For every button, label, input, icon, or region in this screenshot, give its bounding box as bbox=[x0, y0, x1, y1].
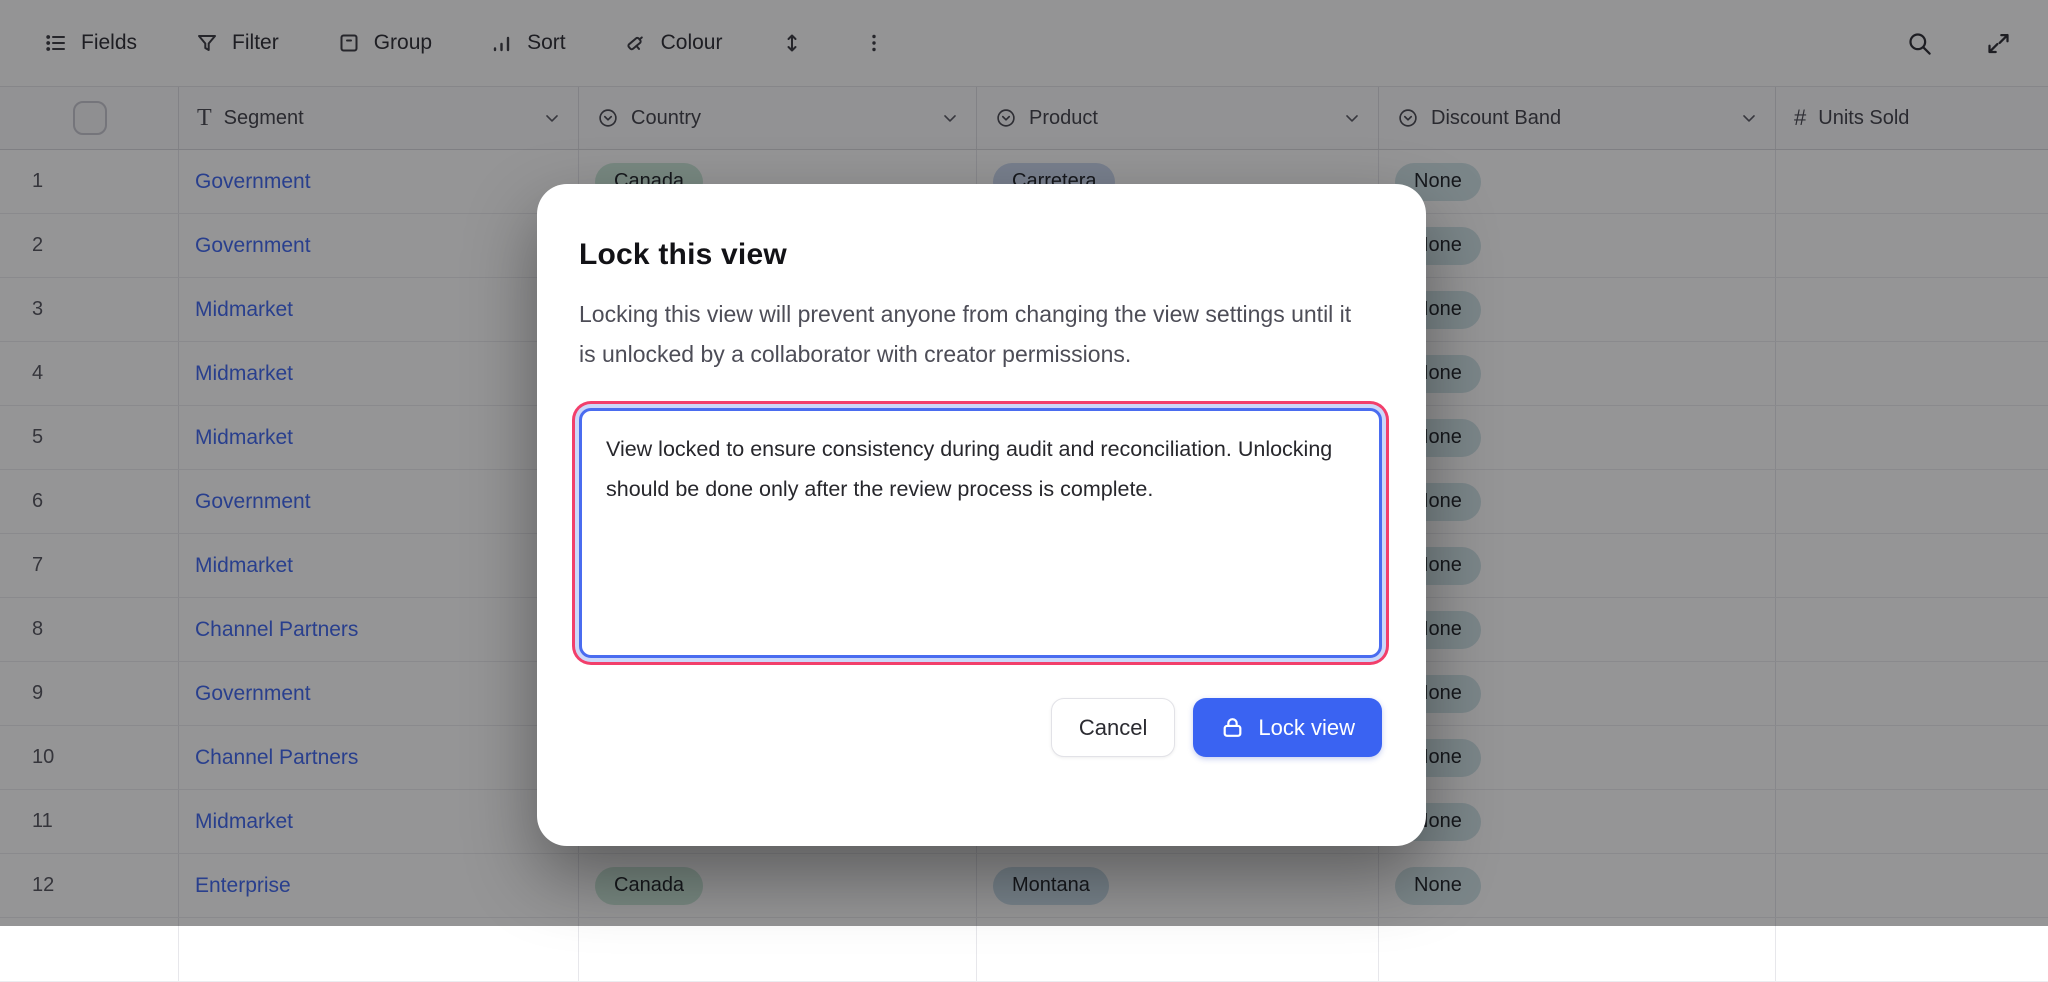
lock-view-button[interactable]: Lock view bbox=[1193, 698, 1382, 757]
segment-cell[interactable] bbox=[179, 918, 579, 981]
lock-view-label: Lock view bbox=[1258, 715, 1355, 741]
discount-cell[interactable] bbox=[1379, 918, 1776, 981]
dialog-footer: Cancel Lock view bbox=[579, 698, 1382, 757]
dialog-description: Locking this view will prevent anyone fr… bbox=[579, 294, 1354, 374]
row-number-cell[interactable] bbox=[0, 918, 179, 981]
lock-reason-textarea[interactable]: View locked to ensure consistency during… bbox=[579, 408, 1382, 658]
units-cell[interactable] bbox=[1776, 918, 2048, 981]
lock-icon bbox=[1220, 715, 1245, 740]
country-cell[interactable] bbox=[579, 918, 977, 981]
product-cell[interactable] bbox=[977, 918, 1379, 981]
lock-view-dialog: Lock this view Locking this view will pr… bbox=[537, 184, 1426, 846]
dialog-title: Lock this view bbox=[579, 238, 1382, 272]
cancel-button[interactable]: Cancel bbox=[1051, 698, 1175, 757]
table-row-partial bbox=[0, 918, 2048, 982]
